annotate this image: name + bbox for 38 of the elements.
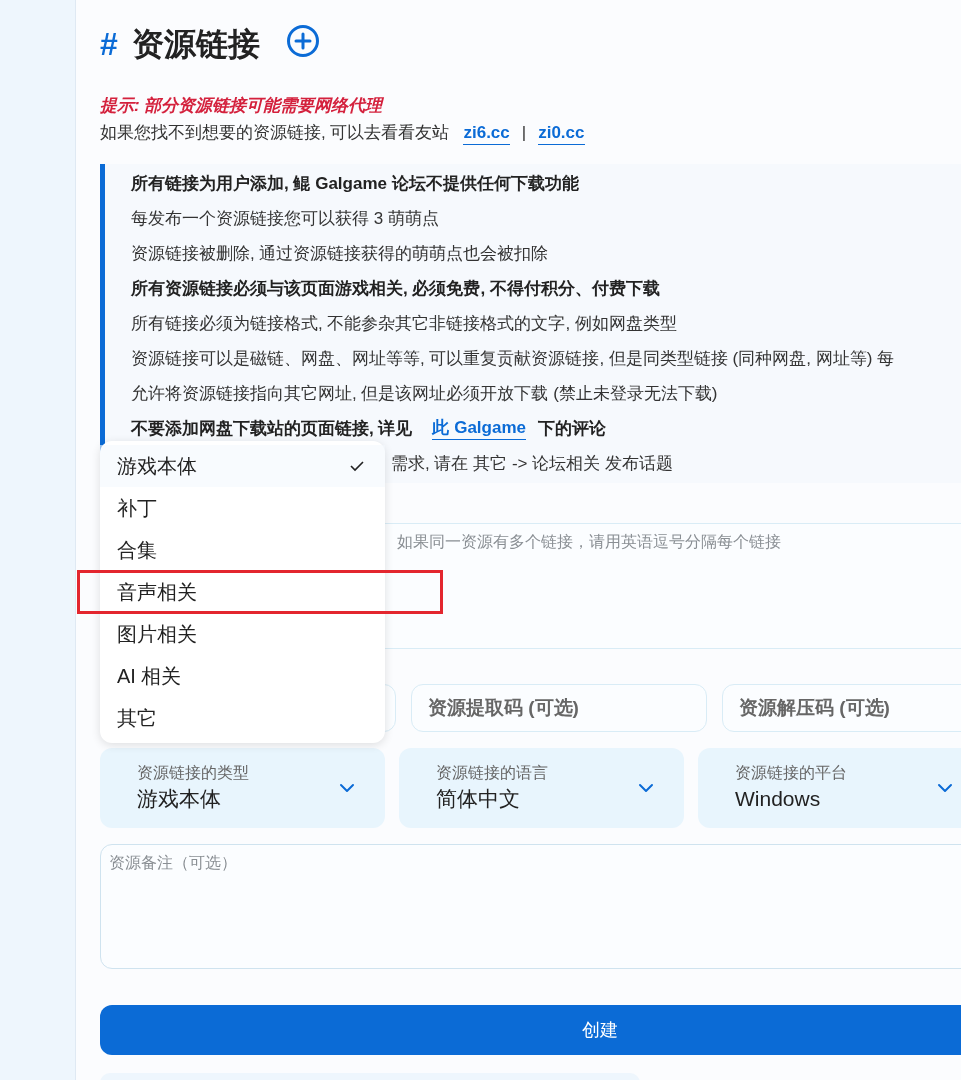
dropdown-option[interactable]: 合集 — [100, 529, 385, 571]
heading-hash: # — [100, 25, 118, 64]
notice-text: 资源链接可以是磁链、网盘、网址等等, 可以重复贡献资源链接, 但是同类型链接 (同种网盘, 网址等) 每 — [131, 347, 895, 370]
dropdown-option[interactable]: 其它 — [100, 697, 385, 739]
friend-sites-text: 如果您找不到想要的资源链接, 可以去看看友站 — [100, 122, 450, 144]
notice-text: 所有链接为用户添加, 鲲 Galgame 论坛不提供任何下载功能 — [131, 172, 579, 195]
notice-text: 允许将资源链接指向其它网址, 但是该网址必须开放下载 (禁止未登录无法下载) — [131, 382, 718, 405]
tip-text: 提示: 部分资源链接可能需要网络代理 — [100, 95, 385, 117]
chevron-down-icon — [638, 783, 654, 793]
dropdown-option[interactable]: AI 相关 — [100, 655, 385, 697]
notice-text: 下的评论 — [538, 417, 606, 440]
dropdown-option[interactable]: 图片相关 — [100, 613, 385, 655]
notice-text: 所有链接必须为链接格式, 不能参杂其它非链接格式的文字, 例如网盘类型 — [131, 312, 677, 335]
text-input-field[interactable]: 资源提取码 (可选) — [411, 684, 707, 732]
select-field[interactable]: 资源链接的语言 简体中文 — [399, 748, 684, 828]
select-field[interactable]: 资源链接的平台 Windows — [698, 748, 961, 828]
dropdown-option[interactable]: 补丁 — [100, 487, 385, 529]
site-link[interactable]: zi0.cc — [538, 121, 585, 145]
select-field[interactable]: 资源链接的类型 游戏本体 — [100, 748, 385, 828]
notice-text: 所有资源链接必须与该页面游戏相关, 必须免费, 不得付积分、付费下载 — [131, 277, 660, 300]
add-icon[interactable] — [285, 24, 320, 58]
separator-text: | — [521, 122, 527, 144]
page-title: 资源链接 — [131, 25, 260, 64]
check-icon — [349, 460, 365, 472]
notice-text: 每发布一个资源链接您可以获得 3 萌萌点 — [131, 207, 439, 230]
notice-text: 需求, 请在 其它 -> 论坛相关 发布话题 — [391, 452, 673, 475]
create-button[interactable]: 创建 — [100, 1005, 961, 1055]
note-input-field[interactable]: 资源备注（可选） — [109, 851, 961, 875]
dropdown-option[interactable]: 音声相关 — [100, 571, 385, 613]
link-input-field[interactable]: 如果同一资源有多个链接，请用英语逗号分隔每个链接 — [397, 530, 961, 554]
site-link[interactable]: zi6.cc — [463, 121, 510, 145]
galgame-link[interactable]: 此 Galgame — [432, 417, 526, 440]
notice-text: 资源链接被删除, 通过资源链接获得的萌萌点也会被扣除 — [131, 242, 549, 265]
notice-text: 不要添加网盘下载站的页面链接, 详见 — [131, 417, 413, 440]
chevron-down-icon — [339, 783, 355, 793]
dropdown-option[interactable]: 游戏本体 — [100, 445, 385, 487]
chevron-down-icon — [937, 783, 953, 793]
text-input-field[interactable]: 资源解压码 (可选) — [722, 684, 961, 732]
